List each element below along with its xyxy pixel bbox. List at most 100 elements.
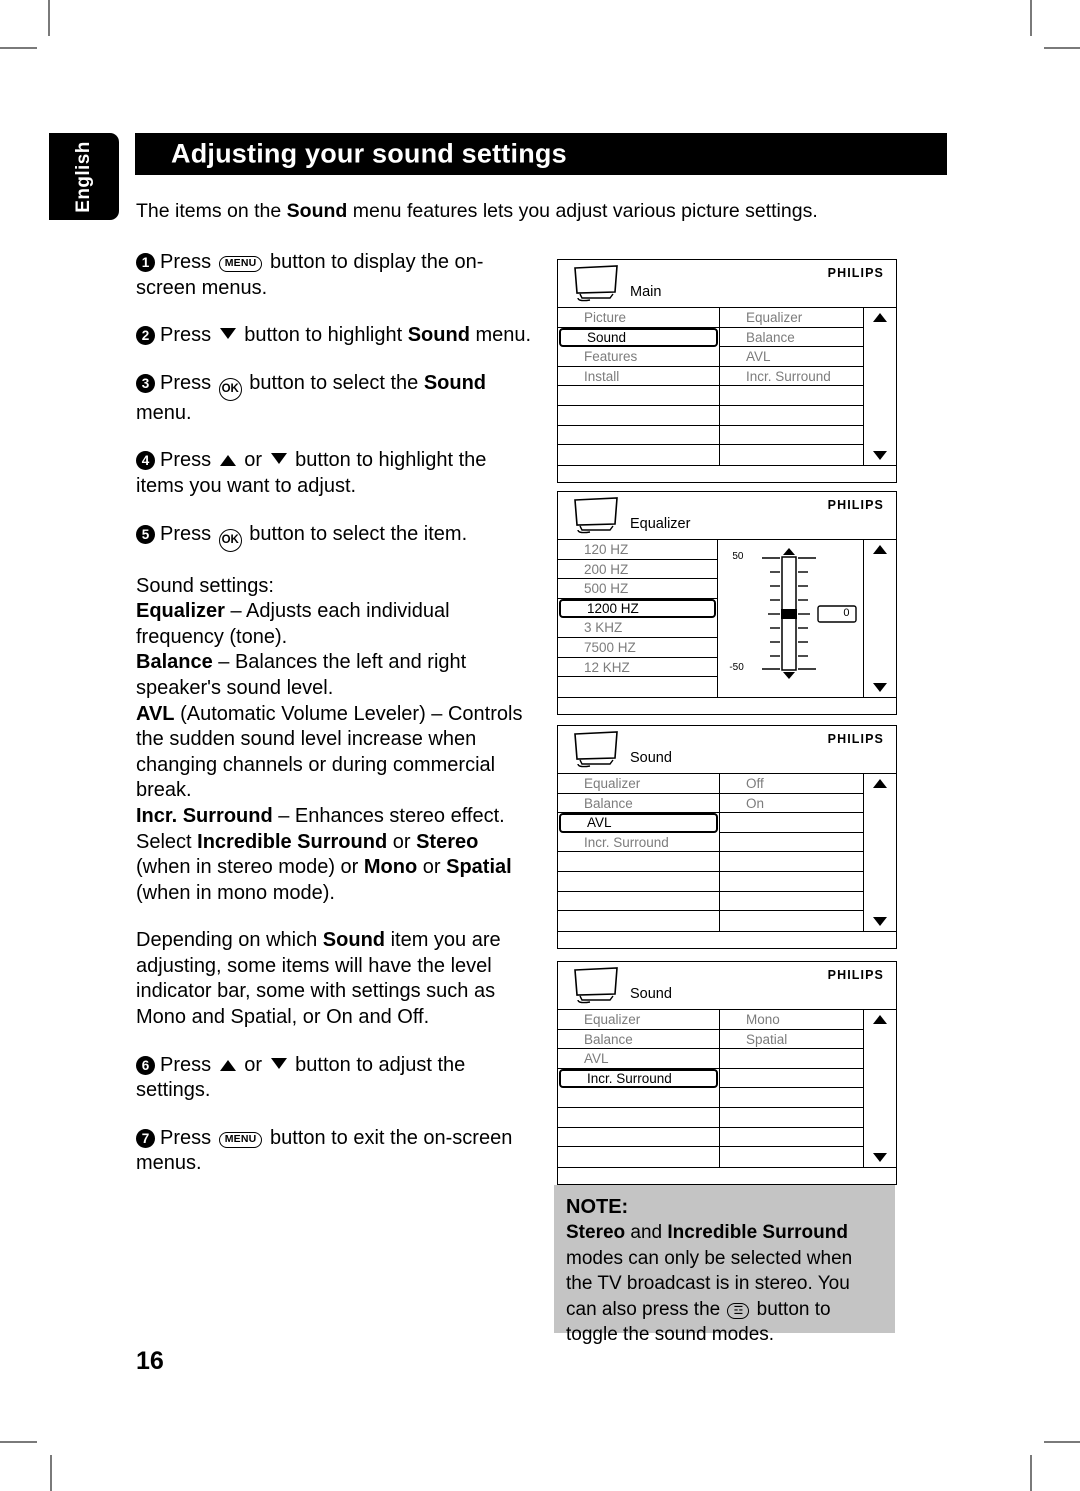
osd-option-empty — [720, 1128, 863, 1148]
osd-option-spatial[interactable]: Spatial — [720, 1030, 863, 1050]
setting-incr-surround-bold-a: Incredible Surround — [197, 830, 388, 853]
osd-item-equalizer[interactable]: Equalizer — [558, 774, 719, 794]
osd-scrollbar[interactable] — [864, 1010, 896, 1167]
scroll-down-arrow-icon[interactable] — [873, 451, 887, 460]
scroll-up-arrow-icon[interactable] — [873, 313, 887, 322]
crop-mark-bottom-right-horizontal — [1044, 1441, 1080, 1443]
step-2: 2 Press button to highlight Sound menu. — [136, 323, 536, 349]
step-4-or: or — [238, 449, 268, 472]
note-box: NOTE: Stereo and Incredible Surround mod… — [554, 1185, 895, 1345]
setting-incr-surround-bold-c: Mono — [363, 856, 418, 879]
step-6-pre: Press — [160, 1053, 217, 1076]
slider-value-label: 0 — [843, 607, 850, 619]
step-2-post: menu. — [469, 324, 532, 347]
setting-equalizer: Equalizer – Adjusts each individual freq… — [136, 599, 536, 650]
osd-band-12khz[interactable]: 12 KHZ — [558, 658, 718, 678]
osd-item-empty — [558, 911, 719, 931]
step-3-mid: button to select the — [243, 371, 424, 394]
step-number-2: 2 — [136, 326, 155, 346]
step-3-pre: Press — [160, 371, 217, 394]
osd-body: Picture Sound Features Install Equalizer… — [558, 308, 896, 465]
page-number: 16 — [136, 1347, 164, 1375]
crop-mark-bottom-right-vertical — [1030, 1455, 1032, 1491]
osd-header: PHILIPS Sound — [558, 962, 896, 1010]
osd-option-empty — [720, 852, 863, 872]
step-number-3: 3 — [136, 373, 155, 393]
osd-body: Equalizer Balance AVL Incr. Surround Mon… — [558, 1010, 896, 1167]
osd-right-column: Mono Spatial — [720, 1010, 864, 1167]
tv-monitor-icon — [574, 497, 618, 534]
osd-scrollbar[interactable] — [864, 308, 896, 465]
osd-item-empty — [558, 892, 719, 912]
scroll-up-arrow-icon[interactable] — [873, 1015, 887, 1024]
slider-max-label: 50 — [732, 551, 744, 562]
osd-left-column: Picture Sound Features Install — [558, 308, 720, 465]
tv-monitor-icon — [574, 265, 618, 302]
tv-monitor-icon — [574, 731, 618, 768]
step-2-mid: button to highlight — [238, 324, 408, 347]
osd-sub-equalizer[interactable]: Equalizer — [720, 308, 863, 328]
osd-band-3khz[interactable]: 3 KHZ — [558, 618, 718, 638]
osd-sub-incr-surround[interactable]: Incr. Surround — [720, 367, 863, 387]
osd-item-install[interactable]: Install — [558, 367, 719, 387]
osd-option-mono[interactable]: Mono — [720, 1010, 863, 1030]
setting-incr-surround: Incr. Surround – Enhances stereo effect.… — [136, 804, 536, 906]
osd-band-200hz[interactable]: 200 HZ — [558, 560, 718, 580]
osd-scrollbar[interactable] — [864, 774, 896, 931]
equalizer-slider[interactable] — [718, 540, 863, 697]
osd-item-balance[interactable]: Balance — [558, 794, 719, 814]
sound-toggle-button-icon: ☲ — [727, 1302, 750, 1319]
step-2-bold: Sound — [407, 324, 470, 347]
setting-incr-surround-term: Incr. Surround — [136, 804, 273, 827]
osd-right-column: Off On — [720, 774, 864, 931]
osd-item-picture[interactable]: Picture — [558, 308, 719, 328]
osd-menu-title: Equalizer — [630, 516, 691, 532]
step-7: 7 Press MENU button to exit the on-screen… — [136, 1126, 536, 1177]
arrow-down-icon — [219, 328, 236, 340]
osd-sub-balance[interactable]: Balance — [720, 328, 863, 348]
osd-item-incr-surround-selected[interactable]: Incr. Surround — [559, 1068, 718, 1089]
osd-band-500hz[interactable]: 500 HZ — [558, 579, 718, 599]
osd-band-120hz[interactable]: 120 HZ — [558, 540, 718, 560]
setting-avl: AVL (Automatic Volume Leveler) – Control… — [136, 702, 536, 804]
osd-item-incr-surround[interactable]: Incr. Surround — [558, 833, 719, 853]
step-2-pre: Press — [160, 324, 217, 347]
philips-brand-label: PHILIPS — [827, 732, 884, 746]
osd-band-7500hz[interactable]: 7500 HZ — [558, 638, 718, 658]
page-title-bar: Adjusting your sound settings — [135, 133, 947, 175]
osd-item-avl-selected[interactable]: AVL — [559, 813, 718, 833]
osd-sub-avl[interactable]: AVL — [720, 347, 863, 367]
osd-item-equalizer[interactable]: Equalizer — [558, 1010, 719, 1030]
scroll-down-arrow-icon[interactable] — [873, 1153, 887, 1162]
osd-option-on[interactable]: On — [720, 794, 863, 814]
osd-sub-empty — [720, 386, 863, 406]
scroll-up-arrow-icon[interactable] — [873, 545, 888, 554]
scroll-down-arrow-icon[interactable] — [873, 917, 887, 926]
scroll-up-arrow-icon[interactable] — [873, 779, 887, 788]
osd-item-features[interactable]: Features — [558, 347, 719, 367]
intro-text-bold: Sound — [286, 200, 348, 222]
osd-item-empty — [558, 1147, 719, 1167]
note-mid: and — [625, 1222, 668, 1244]
osd-option-off[interactable]: Off — [720, 774, 863, 794]
step-3-bold: Sound — [423, 371, 487, 394]
osd-header: PHILIPS Main — [558, 260, 896, 308]
note-bold-incredible-surround: Incredible Surround — [667, 1222, 848, 1244]
osd-item-sound-selected[interactable]: Sound — [559, 327, 718, 348]
step-5-pre: Press — [160, 522, 217, 545]
osd-item-balance[interactable]: Balance — [558, 1030, 719, 1050]
osd-scrollbar[interactable] — [864, 540, 896, 697]
intro-text-post: menu features lets you adjust various pi… — [347, 200, 818, 222]
menu-button-icon: MENU — [218, 1131, 263, 1148]
osd-band-1200hz-selected[interactable]: 1200 HZ — [559, 598, 717, 619]
step-number-1: 1 — [136, 253, 155, 272]
scroll-down-arrow-icon[interactable] — [873, 683, 888, 692]
osd-menu-title: Sound — [630, 986, 672, 1002]
osd-option-empty — [720, 1049, 863, 1069]
crop-mark-bottom-left-horizontal — [0, 1441, 37, 1443]
step-7-pre: Press — [160, 1126, 217, 1149]
setting-incr-surround-bold-b: Stereo — [416, 830, 479, 853]
osd-item-avl[interactable]: AVL — [558, 1049, 719, 1069]
osd-footer — [558, 697, 896, 714]
setting-balance: Balance – Balances the left and right sp… — [136, 650, 536, 701]
